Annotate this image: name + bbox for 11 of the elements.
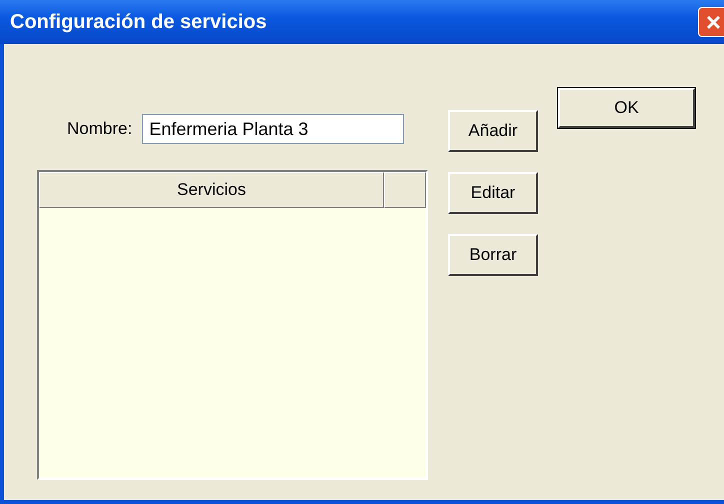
column-header-filler (384, 172, 426, 208)
action-button[interactable]: Borrar (448, 234, 538, 276)
action-button[interactable]: Editar (448, 172, 538, 214)
close-button[interactable]: × (698, 7, 724, 37)
window-title: Configuración de servicios (10, 10, 267, 34)
name-label: Nombre: (67, 119, 132, 139)
ok-button[interactable]: OK (558, 88, 695, 128)
column-header[interactable]: Servicios (39, 172, 384, 208)
action-button[interactable]: Añadir (448, 110, 538, 152)
services-list[interactable]: Servicios (37, 170, 428, 480)
name-field[interactable]: Enfermeria Planta 3 (142, 114, 404, 144)
